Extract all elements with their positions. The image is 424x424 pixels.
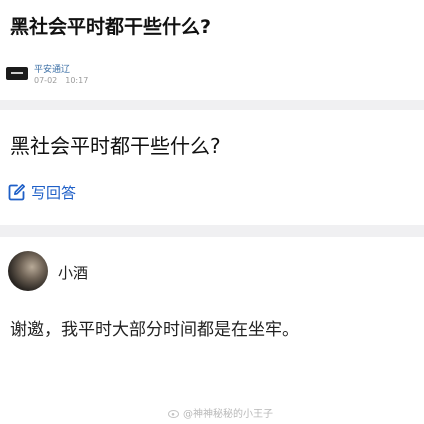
post-title[interactable]: 黑社会平时都干些什么? <box>10 12 211 39</box>
author-name[interactable]: 小酒 <box>58 262 88 283</box>
source-logo-icon[interactable] <box>6 67 28 80</box>
answer-card: 小酒 谢邀，我平时大部分时间都是在坐牢。 @神神秘秘的小王子 <box>0 237 424 424</box>
edit-icon <box>8 184 25 201</box>
watermark: @神神秘秘的小王子 <box>168 405 273 420</box>
weibo-icon <box>168 409 179 418</box>
question-title[interactable]: 黑社会平时都干些什么? <box>10 130 221 159</box>
section-divider <box>0 100 424 110</box>
write-answer-button[interactable]: 写回答 <box>8 180 76 204</box>
post-date: 07-02 <box>34 76 58 85</box>
section-divider <box>0 225 424 237</box>
post-timestamp: 07-02 10:17 <box>34 76 96 85</box>
post-time: 10:17 <box>65 76 89 85</box>
answer-text[interactable]: 谢邀，我平时大部分时间都是在坐牢。 <box>10 315 299 340</box>
author-avatar[interactable] <box>8 251 48 291</box>
watermark-text: @神神秘秘的小王子 <box>183 409 273 420</box>
post-header: 黑社会平时都干些什么? 平安通辽 07-02 10:17 <box>0 0 424 100</box>
question-card: 黑社会平时都干些什么? 写回答 <box>0 110 424 225</box>
write-answer-label: 写回答 <box>31 183 77 202</box>
source-name[interactable]: 平安通辽 <box>34 62 70 75</box>
